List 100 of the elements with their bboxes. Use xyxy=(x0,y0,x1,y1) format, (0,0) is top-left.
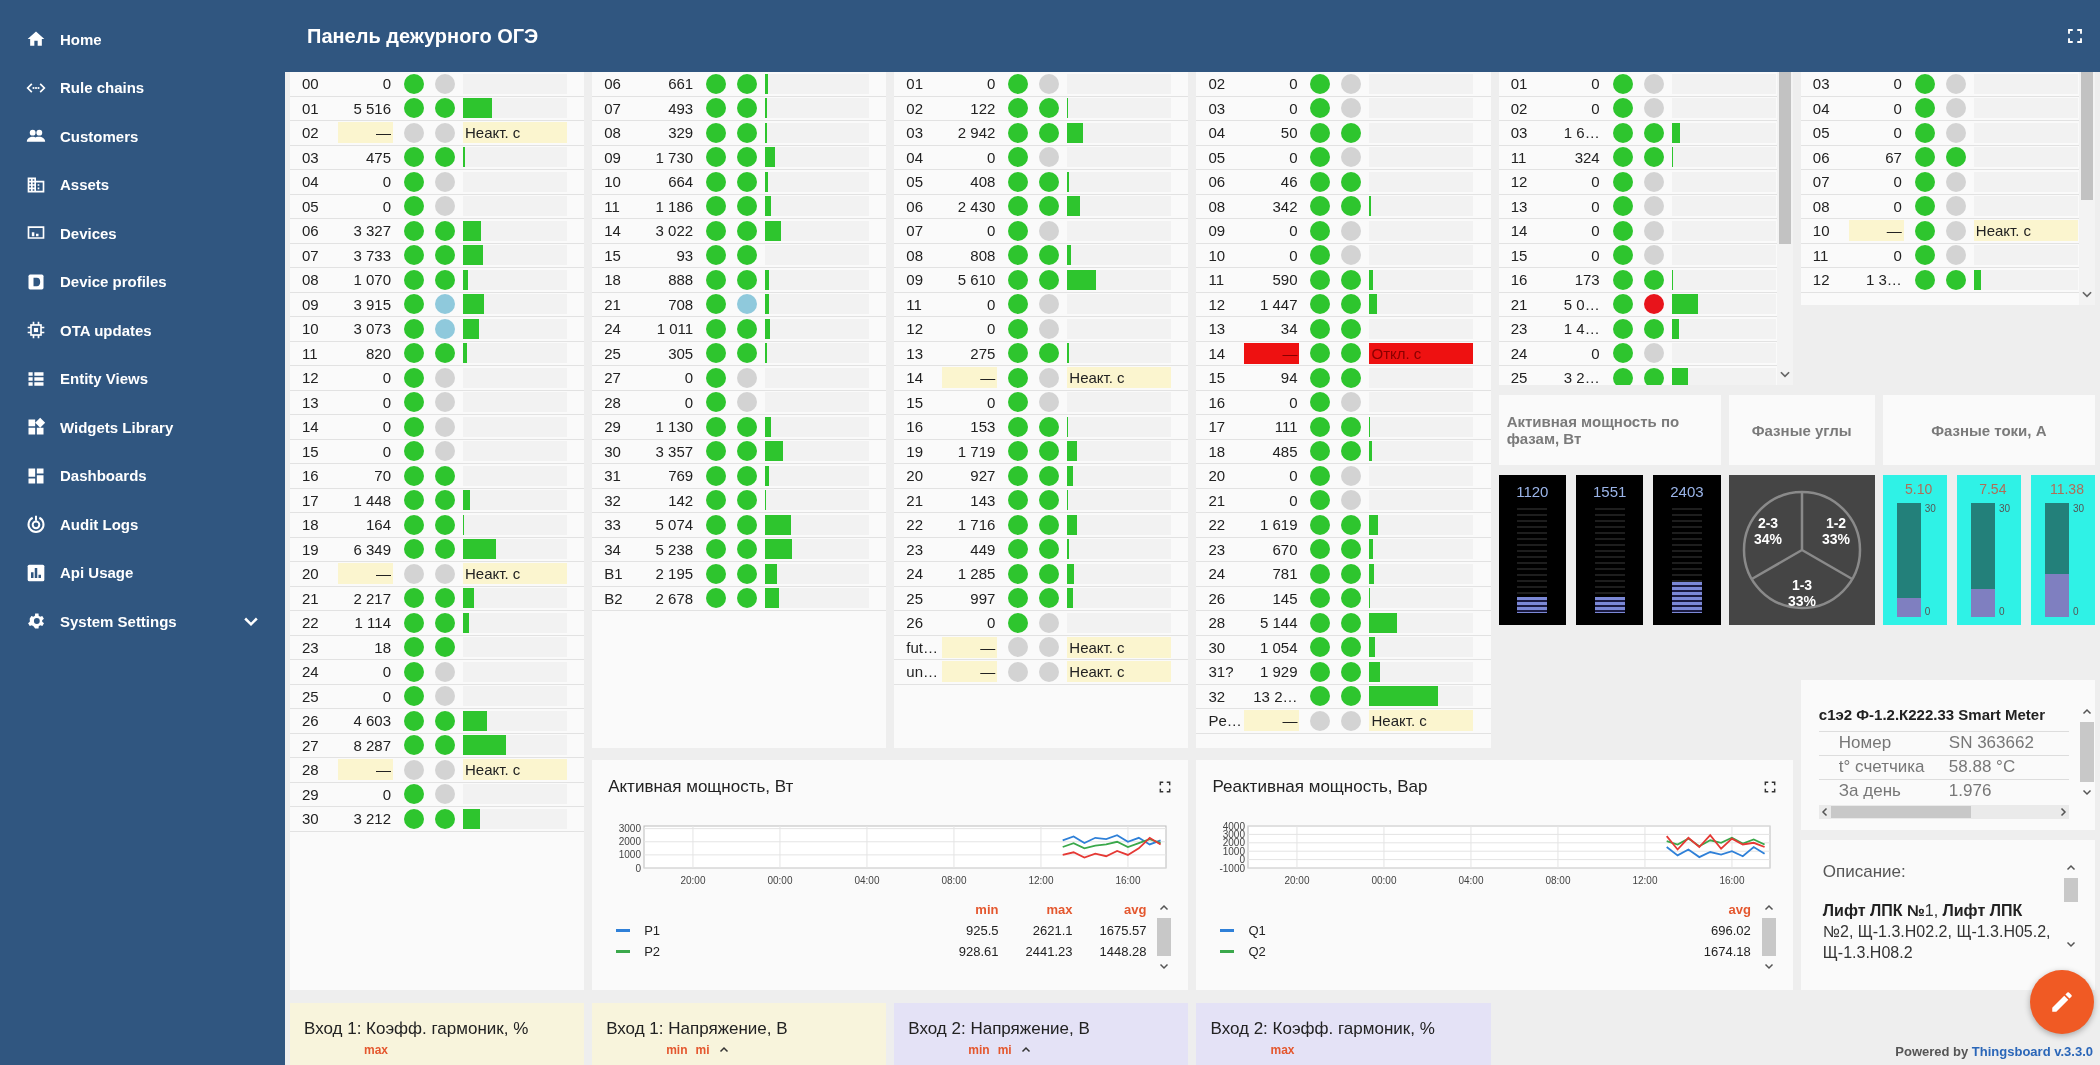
row-id: un… xyxy=(906,663,939,681)
value-cell-text: 0 xyxy=(1590,196,1601,217)
row-id: B2 xyxy=(604,589,624,607)
value-cell-text: 1 4… xyxy=(1562,319,1601,340)
value-cell-text: 0 xyxy=(1288,74,1299,95)
axis-tick-label: 04:00 xyxy=(854,875,880,886)
row-id: 14 xyxy=(302,418,320,436)
nav-item[interactable]: Audit Logs xyxy=(0,500,285,549)
row-id: 09 xyxy=(604,148,622,166)
status-text: Неакт. с xyxy=(1067,661,1172,683)
value-cell-text: 1 114 xyxy=(353,613,392,634)
value-cell-text: 5 074 xyxy=(654,515,695,536)
scrollbar[interactable] xyxy=(1760,902,1777,972)
row-id: 08 xyxy=(1812,197,1831,215)
value-cell: — xyxy=(1244,710,1300,732)
value-cell-text: 0 xyxy=(1590,74,1601,95)
row-id: 32 xyxy=(1208,687,1227,705)
axis-tick-label: 00:00 xyxy=(1371,875,1397,886)
value-cell-text: 1 054 xyxy=(1258,637,1299,658)
nav-item[interactable]: OTA updates xyxy=(0,306,285,355)
fullscreen-icon[interactable] xyxy=(2066,27,2084,45)
value-cell: — xyxy=(338,759,393,781)
nav-item[interactable]: Device profiles xyxy=(0,257,285,306)
scrollbar[interactable] xyxy=(1818,805,2069,819)
value-cell-text: 3 327 xyxy=(352,221,392,242)
scrollbar[interactable] xyxy=(1156,902,1173,972)
status-text: Неакт. с xyxy=(1973,220,2078,242)
value-cell-text: 2 942 xyxy=(956,123,997,144)
scrollbar[interactable] xyxy=(2063,862,2079,950)
value-cell-text: 2 678 xyxy=(654,588,695,609)
row-id: 23 xyxy=(302,638,320,656)
legend-label[interactable]: P1 xyxy=(644,923,661,938)
legend-label[interactable]: P2 xyxy=(644,944,661,959)
row-id: 24 xyxy=(1510,344,1529,362)
row-id: 12 xyxy=(302,369,320,387)
axis-tick-label: 04:00 xyxy=(1458,875,1484,886)
row-id: 15 xyxy=(302,442,320,460)
nav-item[interactable]: Widgets Library xyxy=(0,403,285,452)
row-id: 28 xyxy=(604,393,622,411)
row-id: 24 xyxy=(906,565,924,583)
value-cell-text: 927 xyxy=(969,466,997,487)
value-cell-text: 324 xyxy=(1573,147,1601,168)
row-id: 32 xyxy=(604,491,622,509)
value-cell-text: 664 xyxy=(667,172,695,193)
value-cell-text: 0 xyxy=(986,221,997,242)
status-text: Неакт. с xyxy=(463,759,567,781)
nav-item[interactable]: Api Usage xyxy=(0,548,285,597)
nav-item[interactable]: Assets xyxy=(0,160,285,209)
scrollbar[interactable] xyxy=(1776,72,1793,385)
row-id: 21 xyxy=(1510,295,1529,313)
value-cell-text: 0 xyxy=(381,196,392,217)
fullscreen-icon[interactable] xyxy=(1158,780,1173,794)
row-id: 07 xyxy=(302,246,320,264)
value-cell-text: 2 217 xyxy=(352,588,392,609)
value-cell-text: 0 xyxy=(381,417,392,438)
status-text: Неакт. с xyxy=(1369,710,1474,732)
axis-tick-label: 20:00 xyxy=(680,875,706,886)
nav-item[interactable]: Devices xyxy=(0,209,285,258)
edit-button[interactable] xyxy=(2030,970,2094,1034)
value-cell-text: 0 xyxy=(1288,245,1299,266)
legend-label[interactable]: Q2 xyxy=(1248,944,1266,959)
nav-item[interactable]: Entity Views xyxy=(0,354,285,403)
nav-item[interactable]: Dashboards xyxy=(0,451,285,500)
value-cell-text: 275 xyxy=(969,343,997,364)
value-cell-text: 0 xyxy=(1892,123,1903,144)
value-cell-text: 173 xyxy=(1573,270,1601,291)
row-id: 11 xyxy=(302,344,319,362)
row-id: 02 xyxy=(906,99,924,117)
row-id: 04 xyxy=(1208,124,1227,142)
value-cell: — xyxy=(1848,220,1904,242)
value-cell-text: 888 xyxy=(667,270,695,291)
value-cell-text: 808 xyxy=(969,245,997,266)
info-label: t° счетчика xyxy=(1838,756,1926,778)
row-id: 10 xyxy=(302,320,320,338)
nav-item[interactable]: Rule chains xyxy=(0,63,285,112)
row-id: 25 xyxy=(1510,369,1529,385)
segment-label: 1-3 33% xyxy=(1787,577,1816,609)
axis-tick-label: 0 xyxy=(635,862,642,874)
legend-label[interactable]: Q1 xyxy=(1248,923,1266,938)
value-cell-text: 0 xyxy=(1288,392,1299,413)
row-id: 26 xyxy=(302,712,320,730)
value-cell-text: 18 xyxy=(373,637,392,658)
column-header: mi xyxy=(695,1043,710,1057)
axis-tick-label: 20:00 xyxy=(1284,875,1310,886)
gauge-value: 1551 xyxy=(1592,483,1627,500)
nav-item[interactable]: Home xyxy=(0,15,285,64)
value-cell-text: 1 929 xyxy=(1258,662,1299,683)
row-id: fut… xyxy=(906,638,939,656)
widgets-icon xyxy=(26,417,46,438)
nav-item[interactable]: System Settings xyxy=(0,597,285,646)
scrollbar[interactable] xyxy=(2079,72,2095,305)
row-id: 16 xyxy=(906,418,924,436)
axis-tick-label: 00:00 xyxy=(767,875,793,886)
nav-item[interactable]: Customers xyxy=(0,112,285,161)
value-cell-text: 5 144 xyxy=(1258,613,1299,634)
fullscreen-icon[interactable] xyxy=(1762,780,1777,794)
value-cell-text: 0 xyxy=(1288,147,1299,168)
row-id: 16 xyxy=(302,467,320,485)
footer-link[interactable]: Thingsboard v.3.3.0 xyxy=(1971,1044,2093,1059)
scrollbar-thumb[interactable] xyxy=(2064,878,2078,902)
